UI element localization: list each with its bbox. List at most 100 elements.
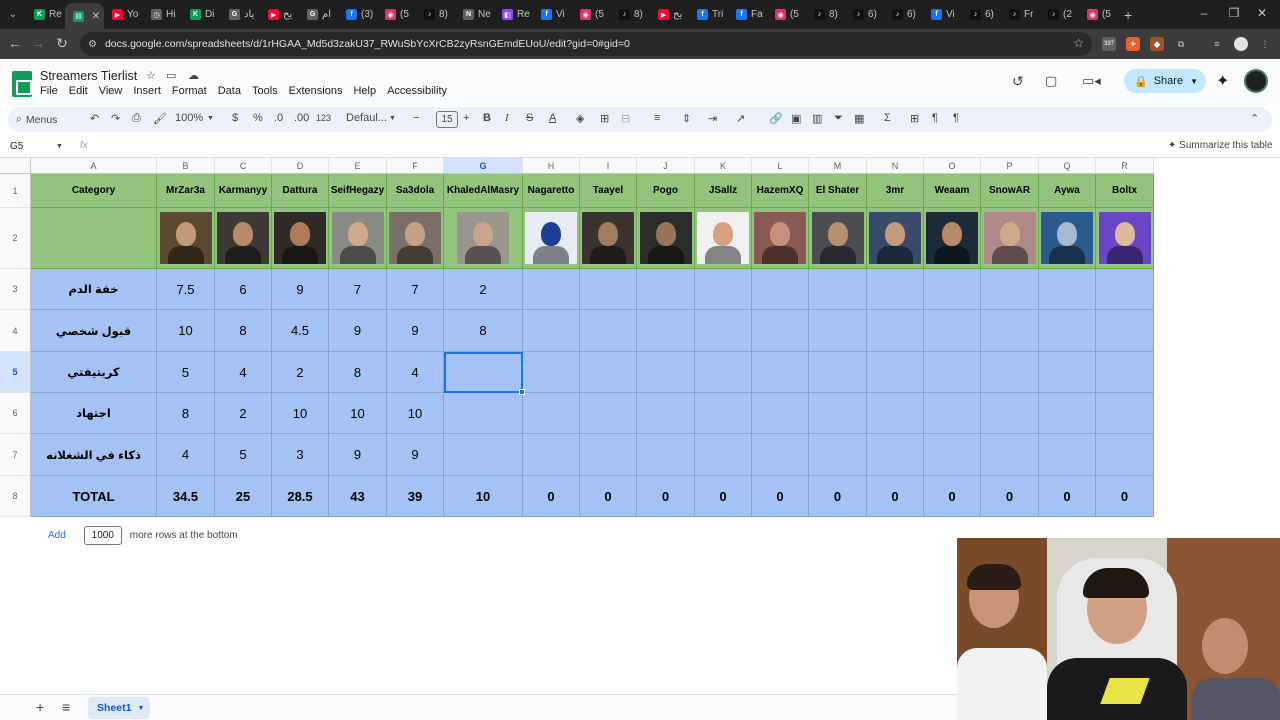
increase-decimal-button[interactable]: .00 — [294, 112, 309, 124]
browser-tab[interactable]: N Ne — [455, 3, 494, 27]
column-header-j[interactable]: J — [637, 158, 695, 174]
total-cell[interactable]: 0 — [695, 476, 752, 517]
rtl-icon[interactable]: ¶ — [932, 112, 938, 124]
score-cell[interactable] — [981, 434, 1039, 476]
font-size-input[interactable]: 15 — [436, 111, 458, 128]
row-header-1[interactable]: 1 — [0, 174, 31, 208]
streamer-photo-cell[interactable] — [1039, 208, 1096, 269]
score-cell[interactable] — [752, 352, 809, 393]
paint-format-icon[interactable]: 🖌 — [153, 112, 167, 125]
undo-icon[interactable]: ↶ — [90, 112, 99, 125]
score-cell[interactable] — [523, 310, 580, 352]
category-cell[interactable]: اجتهاد — [31, 393, 157, 434]
row-header-2[interactable]: 2 — [0, 208, 31, 269]
browser-tab[interactable]: ▶ یح — [260, 3, 299, 27]
streamer-photo-cell[interactable] — [1096, 208, 1154, 269]
column-header-f[interactable]: F — [387, 158, 444, 174]
streamer-photo-cell[interactable] — [809, 208, 867, 269]
score-cell[interactable]: 2 — [444, 269, 523, 310]
score-cell[interactable]: 9 — [272, 269, 329, 310]
menu-extensions[interactable]: Extensions — [289, 85, 343, 97]
fill-color-icon[interactable]: ◈ — [576, 112, 584, 125]
text-rotation-icon[interactable]: ↗ — [736, 112, 745, 125]
total-cell[interactable]: 0 — [752, 476, 809, 517]
score-cell[interactable]: 5 — [215, 434, 272, 476]
column-header-p[interactable]: P — [981, 158, 1039, 174]
account-avatar[interactable] — [1244, 69, 1268, 93]
menu-tools[interactable]: Tools — [252, 85, 278, 97]
score-cell[interactable]: 3 — [272, 434, 329, 476]
category-cell[interactable]: كريتيفتي — [31, 352, 157, 393]
streamer-photo-cell[interactable] — [387, 208, 444, 269]
browser-menu-icon[interactable]: ⋮ — [1258, 37, 1272, 51]
browser-tab[interactable]: ▶ Yo — [104, 3, 143, 27]
bold-button[interactable]: B — [483, 112, 491, 124]
tab-search-icon[interactable]: ⌄ — [0, 9, 26, 20]
menu-format[interactable]: Format — [172, 85, 207, 97]
new-tab-button[interactable]: + — [1124, 7, 1132, 23]
sheets-logo-icon[interactable] — [12, 71, 32, 97]
minimize-icon[interactable]: – — [1196, 6, 1212, 20]
header-cell-streamer[interactable]: Pogo — [637, 174, 695, 208]
score-cell[interactable]: 4 — [215, 352, 272, 393]
reload-icon[interactable]: ↻ — [50, 35, 74, 52]
menu-data[interactable]: Data — [218, 85, 241, 97]
header-cell-streamer[interactable]: Aywa — [1039, 174, 1096, 208]
column-header-o[interactable]: O — [924, 158, 981, 174]
total-cell[interactable]: 25 — [215, 476, 272, 517]
column-header-c[interactable]: C — [215, 158, 272, 174]
score-cell[interactable] — [1096, 310, 1154, 352]
score-cell[interactable] — [809, 393, 867, 434]
browser-tab[interactable]: f Vi — [923, 3, 962, 27]
score-cell[interactable] — [523, 352, 580, 393]
add-rows-button[interactable]: Add — [48, 530, 66, 541]
browser-tab[interactable]: f Tri — [689, 3, 728, 27]
formula-input[interactable] — [100, 137, 1150, 157]
score-cell[interactable]: 4.5 — [272, 310, 329, 352]
total-cell[interactable]: 34.5 — [157, 476, 215, 517]
total-label-cell[interactable]: TOTAL — [31, 476, 157, 517]
streamer-photo-cell[interactable] — [272, 208, 329, 269]
column-header-q[interactable]: Q — [1039, 158, 1096, 174]
column-header-l[interactable]: L — [752, 158, 809, 174]
score-cell[interactable] — [981, 352, 1039, 393]
total-cell[interactable]: 0 — [1039, 476, 1096, 517]
total-cell[interactable]: 0 — [981, 476, 1039, 517]
score-cell[interactable] — [809, 310, 867, 352]
browser-tab[interactable]: ♪ Fr — [1001, 3, 1040, 27]
score-cell[interactable]: 4 — [387, 352, 444, 393]
score-cell[interactable]: 5 — [157, 352, 215, 393]
score-cell[interactable] — [580, 393, 637, 434]
menu-insert[interactable]: Insert — [133, 85, 161, 97]
browser-tab[interactable]: G ام — [299, 3, 338, 27]
header-cell-streamer[interactable]: Boltx — [1096, 174, 1154, 208]
name-box[interactable]: G5 — [10, 141, 23, 152]
score-cell[interactable] — [637, 352, 695, 393]
insert-comment-icon[interactable]: ▣ — [791, 112, 801, 125]
score-cell[interactable] — [809, 434, 867, 476]
score-cell[interactable]: 10 — [387, 393, 444, 434]
horizontal-align-icon[interactable]: ≡ — [654, 112, 660, 124]
streamer-photo-cell[interactable] — [523, 208, 580, 269]
score-cell[interactable] — [924, 434, 981, 476]
score-cell[interactable] — [924, 310, 981, 352]
score-cell[interactable] — [695, 269, 752, 310]
score-cell[interactable] — [580, 352, 637, 393]
total-cell[interactable]: 0 — [924, 476, 981, 517]
add-sheet-button[interactable]: + — [36, 699, 44, 715]
streamer-photo-cell[interactable] — [867, 208, 924, 269]
summarize-table-button[interactable]: ✦ Summarize this table — [1168, 140, 1273, 151]
score-cell[interactable]: 7 — [387, 269, 444, 310]
freeze-icon[interactable]: ⊞ — [910, 112, 919, 125]
score-cell[interactable] — [752, 310, 809, 352]
total-cell[interactable]: 0 — [637, 476, 695, 517]
back-icon[interactable]: ← — [3, 35, 27, 51]
filter-icon[interactable]: ⏷ — [834, 112, 843, 125]
add-rows-count-input[interactable]: 1000 — [83, 526, 122, 545]
header-cell-streamer[interactable]: El Shater — [809, 174, 867, 208]
score-cell[interactable] — [1039, 352, 1096, 393]
streamer-photo-cell[interactable] — [157, 208, 215, 269]
score-cell[interactable] — [444, 393, 523, 434]
score-cell[interactable]: 7.5 — [157, 269, 215, 310]
fill-handle[interactable] — [519, 389, 525, 395]
